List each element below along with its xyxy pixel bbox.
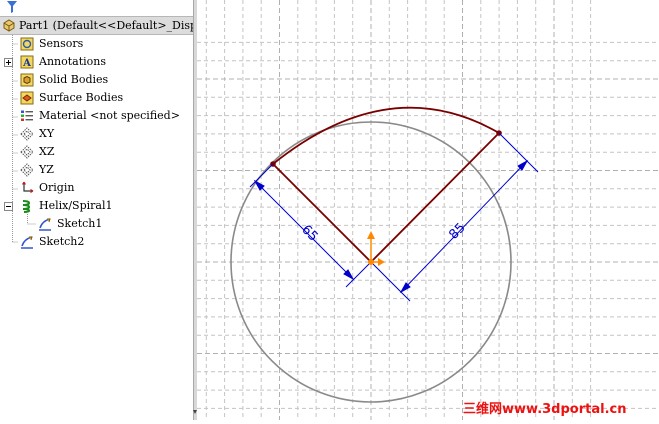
tree-item-sketch2[interactable]: Sketch2 bbox=[18, 233, 193, 251]
tree-item-origin[interactable]: Origin bbox=[18, 179, 193, 197]
helix-icon bbox=[22, 200, 31, 213]
svg-text:A: A bbox=[22, 58, 31, 69]
sketch-grid-major bbox=[197, 0, 659, 420]
tree-item-plane-xy[interactable]: XY bbox=[18, 125, 193, 143]
watermark-text: 三维网www.3dportal.cn bbox=[463, 402, 627, 417]
dimension-85-label[interactable]: 85 bbox=[446, 220, 468, 242]
tree-item-material[interactable]: Material <not specified> bbox=[18, 107, 193, 125]
part-icon bbox=[3, 19, 15, 32]
tree-item-label: XZ bbox=[39, 145, 55, 158]
tree-root-part[interactable]: Part1 (Default<<Default>_Display S bbox=[0, 16, 193, 35]
graphics-area[interactable]: 65 85 bbox=[197, 0, 659, 420]
sketch-origin-icon[interactable] bbox=[367, 231, 385, 266]
tree-item-label: XY bbox=[39, 127, 55, 140]
sketch-icon bbox=[21, 236, 33, 249]
tree-item-label: Surface Bodies bbox=[39, 91, 124, 104]
tree-item-helix-spiral[interactable]: Helix/Spiral1 bbox=[0, 197, 193, 215]
tree-item-sketch1[interactable]: Sketch1 bbox=[36, 215, 193, 233]
plane-icon bbox=[20, 163, 34, 177]
solid-bodies-icon bbox=[20, 73, 34, 87]
sketch-grid bbox=[197, 0, 659, 420]
tree-item-plane-yz[interactable]: YZ bbox=[18, 161, 193, 179]
tree-item-label: Origin bbox=[39, 181, 75, 194]
tree-item-surface-bodies[interactable]: Surface Bodies bbox=[18, 89, 193, 107]
tree-item-solid-bodies[interactable]: Solid Bodies bbox=[18, 71, 193, 89]
sketch-icon bbox=[39, 218, 51, 231]
tree-item-label: Annotations bbox=[39, 55, 107, 68]
tree-item-label: Material <not specified> bbox=[39, 109, 180, 122]
tree-item-label: YZ bbox=[39, 163, 54, 176]
tree-item-plane-xz[interactable]: XZ bbox=[18, 143, 193, 161]
annotations-icon: A bbox=[20, 55, 34, 69]
tree-item-label: Helix/Spiral1 bbox=[39, 199, 113, 212]
tree-item-label: Solid Bodies bbox=[39, 73, 109, 86]
sensors-icon bbox=[20, 37, 34, 51]
collapse-minus-icon[interactable] bbox=[4, 202, 13, 211]
tree-toolbar bbox=[0, 0, 193, 16]
tree-item-annotations[interactable]: A Annotations bbox=[0, 53, 193, 71]
material-icon bbox=[21, 110, 33, 121]
surface-bodies-icon bbox=[20, 91, 34, 105]
sketch-canvas[interactable]: 65 85 bbox=[197, 0, 659, 420]
origin-icon bbox=[21, 181, 34, 194]
sketch-arc[interactable] bbox=[272, 106, 500, 165]
dimension-85[interactable] bbox=[370, 132, 539, 302]
plane-icon bbox=[20, 127, 34, 141]
plane-icon bbox=[20, 145, 34, 159]
feature-manager-tree: Part1 (Default<<Default>_Display S Senso… bbox=[0, 0, 193, 420]
filter-icon[interactable] bbox=[7, 1, 17, 13]
expand-plus-icon[interactable] bbox=[4, 58, 13, 67]
tree-item-label: Sensors bbox=[39, 37, 84, 50]
tree-item-label: Sketch2 bbox=[39, 235, 85, 248]
tree-item-sensors[interactable]: Sensors bbox=[18, 35, 193, 53]
tree-root-label: Part1 (Default<<Default>_Display S bbox=[19, 19, 193, 32]
tree-item-label: Sketch1 bbox=[57, 217, 103, 230]
